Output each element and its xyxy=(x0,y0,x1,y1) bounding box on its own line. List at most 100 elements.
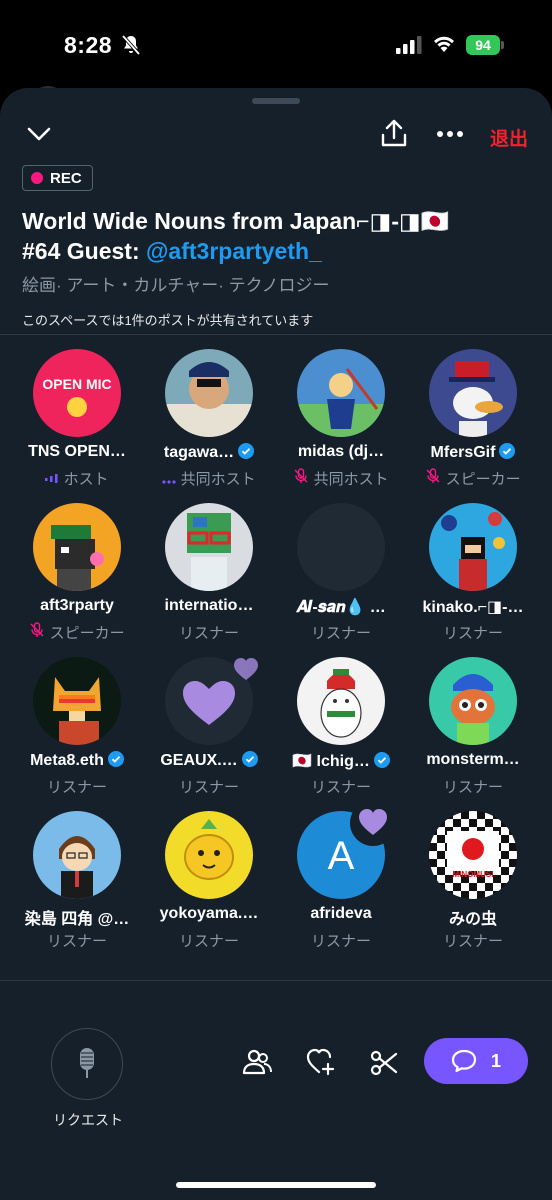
avatar xyxy=(297,349,385,437)
participant-name: internatio… xyxy=(164,597,254,614)
space-topics: 絵画· アート・カルチャー· テクノロジー xyxy=(22,276,330,295)
participant-tile[interactable]: A afrideva リスナー xyxy=(272,800,410,958)
avatar-letter: A xyxy=(328,834,355,878)
mic-muted-icon xyxy=(30,622,44,637)
avatar xyxy=(429,349,517,437)
comments-button[interactable]: 1 xyxy=(424,1038,528,1084)
participant-tile[interactable]: midas (dj… 共同ホスト xyxy=(272,346,410,496)
rec-dot-icon xyxy=(31,172,43,184)
avatar xyxy=(33,503,121,591)
participant-role: ホスト xyxy=(8,468,146,489)
participant-tile[interactable]: tagawa… 共同ホスト xyxy=(140,346,278,496)
participant-name: tagawa… xyxy=(140,443,278,462)
rec-badge: REC xyxy=(22,165,93,191)
share-icon[interactable] xyxy=(380,118,408,148)
participant-role: リスナー xyxy=(46,779,107,796)
mic-muted-icon xyxy=(294,468,308,483)
space-title: World Wide Nouns from Japan⌐◨-◨🇯🇵 #64 Gu… xyxy=(22,206,522,266)
participant-role: リスナー xyxy=(442,933,503,950)
avatar-text: OPEN MIC xyxy=(42,376,111,392)
verified-badge-icon xyxy=(238,443,255,459)
verified-badge-icon xyxy=(241,751,258,767)
verified-badge-icon xyxy=(373,752,390,768)
participant-name: kinako.⌐◨-… xyxy=(422,599,524,616)
verified-badge-icon xyxy=(107,751,124,767)
title-line-1: World Wide Nouns from Japan⌐◨-◨🇯🇵 xyxy=(22,208,450,234)
comment-count: 1 xyxy=(490,1050,501,1071)
participant-tile[interactable]: monsterm… リスナー xyxy=(404,654,542,804)
battery-tip xyxy=(501,41,504,49)
participant-name: MfersGif xyxy=(404,443,542,462)
more-options-icon[interactable] xyxy=(436,130,464,138)
participant-tile[interactable]: OPEN MIC TNS OPEN… ホスト xyxy=(8,346,146,496)
participant-tile[interactable]: kinako.⌐◨-… リスナー xyxy=(404,500,542,650)
cellular-signal-icon xyxy=(396,36,422,54)
avatar-text: MINOMUSI xyxy=(453,870,494,879)
microphone-icon xyxy=(80,1048,94,1078)
participant-tile[interactable]: MfersGif スピーカー xyxy=(404,346,542,496)
avatar xyxy=(33,811,121,899)
shared-posts-note[interactable]: このスペースでは1件のポストが共有されています xyxy=(22,310,313,329)
avatar xyxy=(429,503,517,591)
rec-label: REC xyxy=(50,169,82,187)
speaking-dots-icon xyxy=(162,480,177,484)
clip-scissors-icon[interactable] xyxy=(370,1050,398,1076)
participant-role: スピーカー xyxy=(404,468,542,489)
participant-name: TNS OPEN… xyxy=(28,443,126,460)
participant-tile[interactable]: aft3rparty スピーカー xyxy=(8,500,146,650)
participant-tile[interactable]: Meta8.eth リスナー xyxy=(8,654,146,804)
leave-button[interactable]: 退出 xyxy=(490,124,528,151)
participant-tile[interactable]: yokoyama.… リスナー xyxy=(140,808,278,958)
participant-name: aft3rparty xyxy=(40,597,114,614)
participant-tile[interactable]: 🇯🇵 Ichig… リスナー xyxy=(272,654,410,804)
avatar xyxy=(165,811,253,899)
sheet-grabber[interactable] xyxy=(252,98,300,104)
avatar xyxy=(165,349,253,437)
bell-muted-icon xyxy=(121,34,141,56)
guest-mention-link[interactable]: @aft3rpartyeth_ xyxy=(146,238,322,264)
battery-indicator: 94 xyxy=(466,35,500,55)
verified-badge-icon xyxy=(499,443,516,459)
avatar: MINOMUSI xyxy=(429,811,517,899)
avatar xyxy=(297,503,385,591)
participant-name: みの虫 xyxy=(448,911,497,928)
space-sheet: 退出 REC World Wide Nouns from Japan⌐◨-◨🇯🇵… xyxy=(0,88,552,1200)
participant-role: リスナー xyxy=(442,625,503,642)
participant-name: yokoyama.… xyxy=(159,905,259,922)
participant-name: monsterm… xyxy=(426,751,520,768)
avatar xyxy=(297,657,385,745)
participant-tile[interactable]: GEAUX.… リスナー xyxy=(140,654,278,804)
participant-role: リスナー xyxy=(310,625,371,642)
divider xyxy=(0,980,552,981)
title-prefix: #64 Guest: xyxy=(22,238,146,264)
participant-tile[interactable]: 染島 四角 @… リスナー xyxy=(8,808,146,958)
home-indicator[interactable] xyxy=(176,1182,376,1188)
divider xyxy=(0,334,552,335)
avatar xyxy=(165,503,253,591)
request-label: リクエスト xyxy=(53,1112,123,1128)
participant-name: 🇯🇵 Ichig… xyxy=(272,751,410,771)
request-mic-button[interactable] xyxy=(51,1028,123,1100)
participant-name: GEAUX.… xyxy=(140,751,278,770)
participant-name: afrideva xyxy=(310,905,372,922)
reaction-heart-icon xyxy=(359,809,387,835)
mic-muted-icon xyxy=(426,468,440,483)
participant-tile[interactable]: 𝑨𝑰-𝒔𝒂𝒏💧 … リスナー xyxy=(272,500,410,650)
speaking-bars-icon xyxy=(45,474,58,483)
chevron-down-icon[interactable] xyxy=(26,124,52,144)
chat-bubble-icon xyxy=(451,1049,477,1073)
participant-role: リスナー xyxy=(310,933,371,950)
participant-name: 𝑨𝑰-𝒔𝒂𝒏💧 … xyxy=(296,599,386,616)
participant-role: リスナー xyxy=(178,625,239,642)
avatar xyxy=(33,657,121,745)
participant-role: リスナー xyxy=(442,779,503,796)
add-reaction-heart-icon[interactable] xyxy=(306,1048,336,1076)
title-line-2: #64 Guest: @aft3rpartyeth_ xyxy=(22,236,522,266)
participant-tile[interactable]: internatio… リスナー xyxy=(140,500,278,650)
people-icon[interactable] xyxy=(242,1048,272,1076)
avatar: OPEN MIC xyxy=(33,349,121,437)
participant-tile[interactable]: MINOMUSI みの虫 リスナー xyxy=(404,808,542,958)
participant-role: 共同ホスト xyxy=(272,468,410,489)
reaction-heart-icon xyxy=(234,658,258,680)
participant-role: リスナー xyxy=(46,933,107,950)
